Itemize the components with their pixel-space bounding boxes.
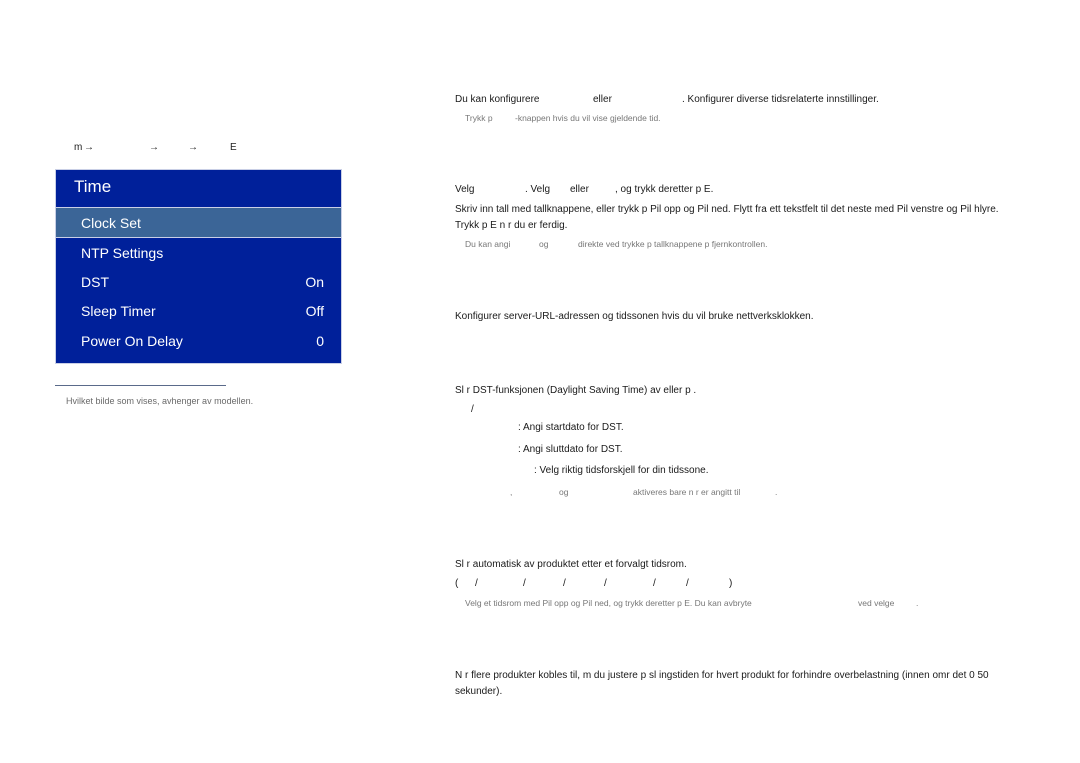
osd-menu-title: Time <box>74 177 112 196</box>
intro-text: . Konfigurer diverse tidsrelaterte innst… <box>682 94 879 105</box>
breadcrumb-arrow: → <box>84 142 94 153</box>
sleep-timer-options: / <box>523 578 526 589</box>
sleep-timer-options: ( <box>455 578 459 589</box>
clock-set-text: . Velg <box>525 184 551 195</box>
osd-item-label: NTP Settings <box>81 244 164 261</box>
clock-set-note: direkte ved trykke p tallknappene p fjer… <box>578 239 768 249</box>
breadcrumb-arrow: → <box>188 142 198 153</box>
osd-item-power-on-delay[interactable]: Power On Delay 0 <box>56 326 341 355</box>
osd-item-label: Clock Set <box>81 214 141 231</box>
breadcrumb-enter-key: E <box>230 142 237 153</box>
footnote-divider <box>55 385 226 386</box>
clock-set-text: Velg <box>455 184 475 195</box>
clock-set-note: Du kan angi <box>465 239 511 249</box>
osd-item-value: 0 <box>316 332 324 349</box>
sleep-timer-note: ved velge <box>858 598 895 608</box>
osd-item-label: DST <box>81 273 109 290</box>
sleep-timer-text: Sl r automatisk av produktet etter et fo… <box>455 559 687 570</box>
dst-options: / <box>471 404 474 415</box>
clock-set-text: eller <box>570 184 589 195</box>
sleep-timer-options: ) <box>729 578 733 589</box>
dst-note: og <box>559 487 569 497</box>
dst-start-text: : Angi startdato for DST. <box>518 422 624 433</box>
osd-item-clock-set[interactable]: Clock Set <box>56 208 341 237</box>
sleep-timer-options: / <box>653 578 656 589</box>
breadcrumb-menu-key: m <box>74 142 83 153</box>
power-on-delay-text: N r flere produkter kobles til, m du jus… <box>455 670 989 681</box>
dst-note: aktiveres bare n r er angitt til <box>633 487 741 497</box>
clock-set-note: og <box>539 239 549 249</box>
intro-text: Du kan konfigurere <box>455 94 540 105</box>
osd-item-ntp-settings[interactable]: NTP Settings <box>56 238 341 267</box>
sleep-timer-options: / <box>475 578 478 589</box>
osd-time-menu: Time Clock Set NTP Settings DST On Sleep… <box>55 169 342 364</box>
power-on-delay-text: sekunder). <box>455 686 503 697</box>
intro-note: Trykk p <box>465 113 493 123</box>
osd-item-value: On <box>305 273 324 290</box>
intro-note: -knappen hvis du vil vise gjeldende tid. <box>515 113 661 123</box>
osd-item-dst[interactable]: DST On <box>56 267 341 296</box>
clock-set-text: , og trykk deretter p E. <box>615 184 714 195</box>
breadcrumb-arrow: → <box>149 142 159 153</box>
sleep-timer-options: / <box>604 578 607 589</box>
osd-item-label: Power On Delay <box>81 332 183 349</box>
dst-note: , <box>510 487 513 497</box>
clock-set-instructions: Trykk p E n r du er ferdig. <box>455 220 568 231</box>
osd-item-value: Off <box>305 302 324 319</box>
dst-offset-text: : Velg riktig tidsforskjell for din tids… <box>534 465 709 476</box>
dst-text: Sl r DST-funksjonen (Daylight Saving Tim… <box>455 385 697 396</box>
clock-set-instructions: Skriv inn tall med tallknappene, eller t… <box>455 204 999 215</box>
osd-item-sleep-timer[interactable]: Sleep Timer Off <box>56 296 341 325</box>
intro-text: eller <box>593 94 612 105</box>
osd-item-label: Sleep Timer <box>81 302 156 319</box>
sleep-timer-options: / <box>563 578 566 589</box>
dst-note: . <box>775 487 778 497</box>
sleep-timer-note: Velg et tidsrom med Pil opp og Pil ned, … <box>465 598 752 608</box>
footnote-text: Hvilket bilde som vises, avhenger av mod… <box>66 396 254 406</box>
dst-end-text: : Angi sluttdato for DST. <box>518 444 623 455</box>
sleep-timer-options: / <box>686 578 689 589</box>
ntp-text: Konfigurer server-URL-adressen og tidsso… <box>455 311 814 322</box>
sleep-timer-note: . <box>916 598 919 608</box>
